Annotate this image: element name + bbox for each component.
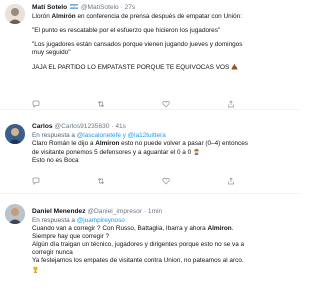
tweet-actions bbox=[32, 172, 292, 185]
tweet-text-line: "El punto es rescatable por el esfuerzo … bbox=[32, 27, 221, 35]
tweet-1[interactable]: Mati Sotelo @MatiSotelo · 27s Llorón Alm… bbox=[0, 0, 300, 108]
tweet-text-line: "Los jugadores están cansados porque vie… bbox=[32, 41, 243, 49]
tweet-text-line: Claro Román le dijo a Almiron esto no pu… bbox=[32, 140, 248, 148]
reply-context: En respuesta a @juampireynoso bbox=[32, 217, 125, 224]
share-icon[interactable] bbox=[227, 95, 235, 108]
retweet-icon[interactable] bbox=[97, 95, 105, 107]
tweet-text-line: Cuando van a corregir ? Con Russo, Batta… bbox=[32, 225, 234, 233]
trophy-emoji-icon bbox=[32, 266, 39, 273]
tweet-text-line: muy seguido" bbox=[32, 49, 71, 57]
poop-emoji-icon bbox=[231, 63, 238, 70]
tweet-text-line: Siempre hay que corregir ? bbox=[32, 233, 110, 241]
like-icon[interactable] bbox=[162, 172, 170, 185]
tweet-text-line: Ya festejamos los empates de visitante c… bbox=[32, 257, 244, 265]
tweet-text-line: de visitante ponemos 5 defensores y a ag… bbox=[32, 148, 296, 157]
reply-to-link[interactable]: @juampireynoso bbox=[77, 217, 125, 224]
tweet-3[interactable]: Daniel Menendez @Daniel_impresor · 1min … bbox=[0, 194, 300, 295]
avatar[interactable] bbox=[5, 124, 25, 144]
tweet-header: Daniel Menendez @Daniel_impresor · 1min bbox=[32, 208, 296, 216]
reply-icon[interactable] bbox=[32, 95, 40, 108]
avatar[interactable] bbox=[5, 4, 25, 24]
handle-time[interactable]: @Carlos91235630 · 41s bbox=[54, 123, 126, 130]
avatar[interactable] bbox=[5, 204, 25, 224]
handle-time[interactable]: @MatiSotelo · 27s bbox=[81, 4, 135, 11]
tweet-header: Carlos @Carlos91235630 · 41s bbox=[32, 123, 296, 131]
author-name[interactable]: Mati Sotelo bbox=[32, 4, 67, 11]
author-name[interactable]: Daniel Menendez bbox=[32, 208, 86, 215]
flag-icon bbox=[70, 4, 79, 9]
retweet-icon[interactable] bbox=[97, 172, 105, 184]
person-emoji-icon bbox=[193, 148, 200, 156]
reply-icon[interactable] bbox=[32, 172, 40, 185]
like-icon[interactable] bbox=[162, 95, 170, 108]
handle-time[interactable]: @Daniel_impresor · 1min bbox=[87, 208, 162, 215]
reply-context: En respuesta a @lascalonetefe y @la12tui… bbox=[32, 132, 166, 139]
tweet-text-line: Llorón Almirón en conferencia de prensa … bbox=[32, 13, 242, 20]
tweet-actions bbox=[32, 95, 292, 108]
tweet-text-line: Algún día traigan un técnico, jugadores … bbox=[32, 241, 245, 249]
tweet-emoji-line bbox=[32, 266, 296, 275]
reply-to-link[interactable]: @lascalonetefe y @la12tuittera bbox=[77, 132, 166, 139]
tweet-text-line: Esto no es Boca bbox=[32, 157, 79, 165]
tweet-header: Mati Sotelo @MatiSotelo · 27s bbox=[32, 4, 296, 12]
tweet-text-line: corregir nunca bbox=[32, 249, 73, 257]
share-icon[interactable] bbox=[227, 172, 235, 185]
tweet-2[interactable]: Carlos @Carlos91235630 · 41s En respuest… bbox=[0, 110, 300, 192]
author-name[interactable]: Carlos bbox=[32, 123, 53, 130]
tweet-text-line: JAJA EL PARTIDO LO EMPATASTE PORQUE TE E… bbox=[32, 63, 296, 72]
